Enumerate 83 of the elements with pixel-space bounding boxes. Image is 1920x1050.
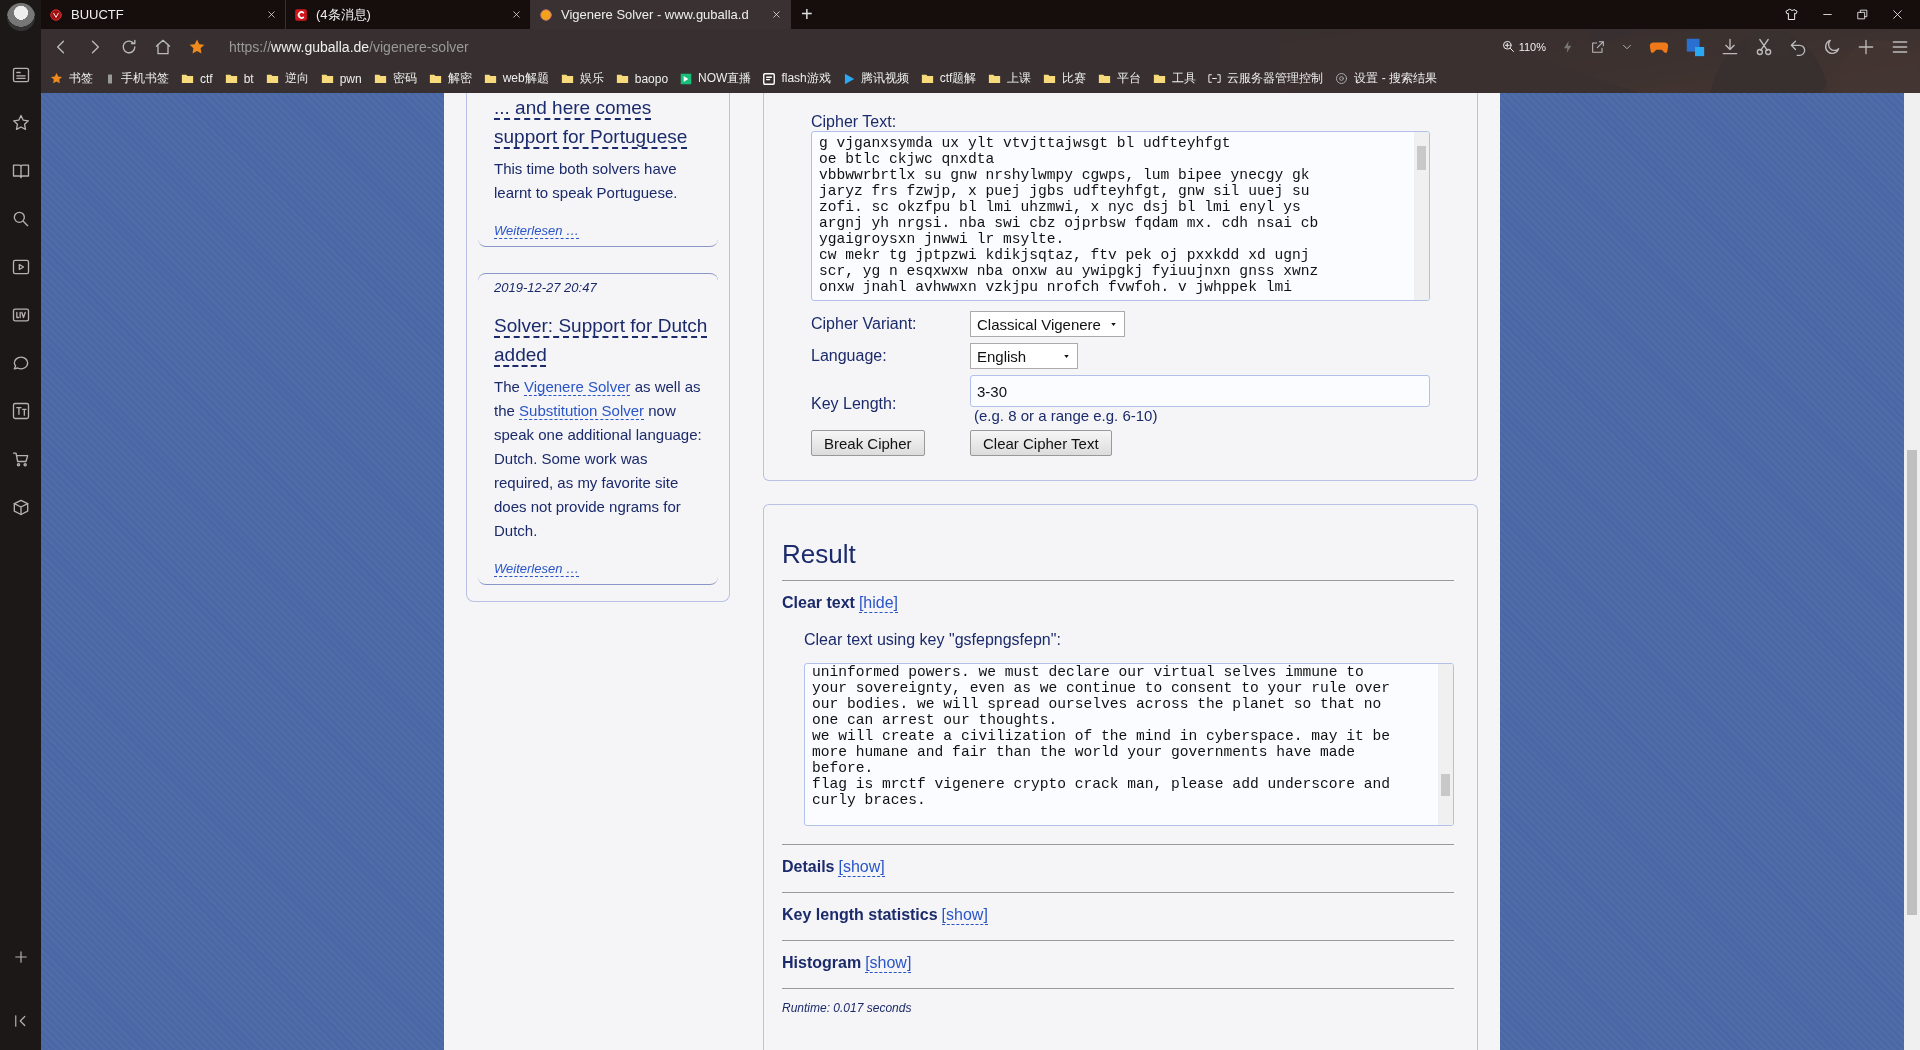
bracket-icon[interactable]: [1207, 71, 1223, 86]
bookmark[interactable]: 逆向: [264, 70, 309, 87]
variant-dropdown[interactable]: Classical Vigenere: [970, 311, 1125, 337]
cipher-text-field[interactable]: g vjganxsymda ux ylt vtvjttajwsgt bl udfteyhfgt oe btlc ckjwc qnxdta vbbwwrbrtlx su gnw nrshylwmpy cgwps, lum bipee ynecgy gk jaryz frs fzwjp, x puej jgbs udfteyhfgt, gnw sil uuej su zofi. sc okzfpu bl lmi uhzmwi, x nyc dsj bl lmi enyl ys argnj yh nrgsi. nba swi cbz ojprbsw fqdam mx. cdh nsai cb ygaigroysxn jnwwi lr msylte. cw mekr tg jptpzwi kdikjsqtaz, ftv pek oj pxxkdd xd ugnj scr, yg n esqxwxw nba onxw au ywipgkj fyiuujnxn gnss xwnz onxw jnahl avhwwxn vzkjpu nrofch fvwfoh. v jwhppek lmi: [811, 131, 1430, 301]
emblem-icon[interactable]: [49, 7, 63, 22]
field-label: Cipher Text:: [811, 113, 898, 131]
section-title: Key length statistics: [782, 906, 938, 925]
close-icon[interactable]: [1891, 8, 1904, 21]
star-icon[interactable]: [49, 71, 64, 86]
runtime-note: Runtime: 0.017 seconds: [782, 988, 1454, 1015]
toggle-link[interactable]: [show]: [941, 906, 988, 925]
section-title: Clear text: [782, 594, 855, 613]
skin-icon[interactable]: [1784, 7, 1799, 22]
toggle-link[interactable]: [show]: [838, 858, 885, 877]
bookmark[interactable]: pwn: [319, 71, 362, 86]
ball-icon[interactable]: [539, 7, 553, 22]
bookmark[interactable]: 平台: [1097, 70, 1142, 87]
zoom-icon: [1500, 39, 1516, 54]
browser-tab[interactable]: Vigenere Solver - www.guballa.d: [531, 0, 791, 29]
translate-icon[interactable]: [10, 401, 31, 421]
clear-button[interactable]: Clear Cipher Text: [970, 430, 1112, 456]
list-icon[interactable]: [10, 65, 31, 85]
bookmark[interactable]: 解密: [427, 70, 472, 87]
address-bar[interactable]: https://www.guballa.de/vigenere-solver: [229, 38, 469, 55]
bookmark[interactable]: 云服务器管理控制: [1207, 70, 1324, 87]
new-tab-button[interactable]: +: [791, 0, 823, 29]
section-heading: Result: [782, 539, 857, 570]
bookmark[interactable]: 密码: [372, 70, 417, 87]
bookmark[interactable]: 手机书签: [104, 70, 169, 87]
settings-icon[interactable]: [1334, 71, 1350, 86]
section-title: Histogram: [782, 954, 862, 973]
field-label: Key Length:: [811, 393, 898, 413]
scrollbar[interactable]: [1438, 664, 1453, 825]
bookmark[interactable]: 娱乐: [559, 70, 604, 87]
field-label: Language:: [811, 347, 888, 365]
clear-text-field[interactable]: uninformed powers. we must declare our virtual selves immune to your sovereignty, even as we continue to consent to your rule over our bodies. we will spread ourselves across the planet so that no one can arrest our thoughts. we will create a civilization of the mind in cyberspace. may it be more humane and fair than the world your governments have made before. flag is mrctf vigenere crypto crack man, please add underscore and curly braces.: [804, 663, 1454, 826]
bookmark[interactable]: ctf: [180, 71, 213, 86]
bookmark[interactable]: 工具: [1152, 70, 1197, 87]
close-icon[interactable]: [771, 9, 782, 20]
field-label: Cipher Variant:: [811, 315, 918, 333]
bookmark[interactable]: bt: [223, 71, 254, 86]
key-length-field[interactable]: 3-30: [970, 375, 1430, 407]
video-icon[interactable]: [10, 257, 31, 277]
read-more-link[interactable]: Weiterlesen …: [494, 561, 579, 577]
zoom-level[interactable]: 110%: [1500, 39, 1546, 54]
c-logo-icon[interactable]: [294, 7, 308, 22]
post-link[interactable]: Substitution Solver: [519, 402, 645, 420]
bookmark[interactable]: web解题: [482, 70, 549, 87]
game-icon[interactable]: [762, 71, 777, 86]
star-icon[interactable]: [10, 113, 31, 133]
bookmark[interactable]: flash游戏: [762, 70, 831, 87]
bookmark[interactable]: 书签: [49, 70, 93, 87]
bookmark[interactable]: 设置 - 搜索结果: [1334, 70, 1438, 87]
bookmark[interactable]: NOW直播: [679, 70, 752, 87]
close-icon[interactable]: [266, 9, 277, 20]
post-title[interactable]: Solver: Support for Dutch added: [494, 311, 710, 369]
post-text: The Vigenere Solver as well as the Substitution Solver now speak one additional language: Dutch. Some work was required, as my favorite site does not provide ngrams for Dutch.: [494, 377, 703, 541]
bookmark[interactable]: 腾讯视频: [841, 70, 909, 87]
language-dropdown[interactable]: English: [970, 343, 1078, 369]
bookmark[interactable]: ctf题解: [919, 70, 977, 87]
toggle-link[interactable]: [show]: [865, 954, 912, 973]
toggle-link[interactable]: [hide]: [858, 594, 899, 613]
scissors-icon[interactable]: [1754, 36, 1774, 57]
bookmark[interactable]: 上课: [987, 70, 1032, 87]
avatar[interactable]: [6, 3, 35, 31]
restore-icon[interactable]: [1856, 8, 1869, 21]
scrollbar[interactable]: [1904, 93, 1920, 1050]
bookmark[interactable]: 比赛: [1042, 70, 1087, 87]
section-title: Details: [782, 858, 835, 877]
read-more-link[interactable]: Weiterlesen …: [494, 223, 579, 239]
close-icon[interactable]: [511, 9, 522, 20]
field-hint: (e.g. 8 or a range e.g. 6-10): [974, 407, 1159, 424]
now-icon[interactable]: [679, 71, 694, 86]
bookmark[interactable]: baopo: [614, 71, 669, 86]
download-icon[interactable]: [1720, 36, 1740, 57]
post-date: 2019-12-27 20:47: [494, 280, 598, 295]
post-text: This time both solvers have learnt to speak Portuguese.: [494, 159, 679, 203]
scrollbar[interactable]: [1414, 132, 1429, 300]
share-icon[interactable]: [1590, 38, 1606, 55]
break-cipher-button[interactable]: Break Cipher: [811, 430, 925, 456]
post-link[interactable]: Vigenere Solver: [524, 378, 631, 396]
post-title[interactable]: ... and here comes support for Portuguese: [494, 93, 710, 151]
key-caption: Clear text using key "gsfepngsfepn":: [804, 631, 1062, 649]
